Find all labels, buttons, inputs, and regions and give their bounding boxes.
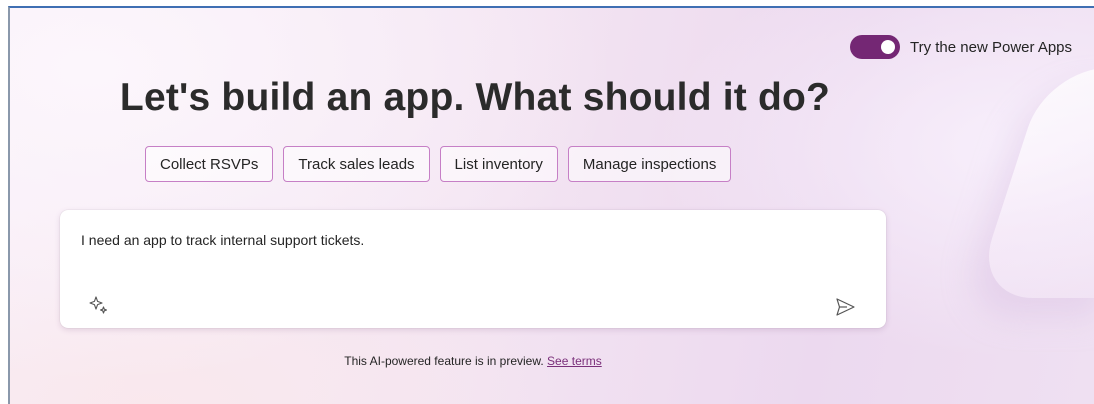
suggestion-chip-track-sales-leads[interactable]: Track sales leads: [283, 146, 430, 182]
decorative-shape: [972, 68, 1094, 298]
suggestion-chip-list-inventory[interactable]: List inventory: [439, 146, 558, 182]
suggestion-chips: Collect RSVPs Track sales leads List inv…: [145, 146, 732, 182]
disclaimer-text: This AI-powered feature is in preview.: [344, 354, 544, 368]
see-terms-link[interactable]: See terms: [547, 354, 602, 368]
new-experience-toggle-row: Try the new Power Apps: [850, 35, 1072, 59]
suggestion-chip-manage-inspections[interactable]: Manage inspections: [567, 146, 732, 182]
prompt-input-box[interactable]: I need an app to track internal support …: [60, 210, 886, 328]
send-icon[interactable]: [834, 296, 856, 318]
suggestion-chip-collect-rsvps[interactable]: Collect RSVPs: [145, 146, 274, 182]
new-experience-toggle[interactable]: [850, 35, 900, 59]
toggle-knob: [881, 40, 895, 54]
preview-disclaimer: This AI-powered feature is in preview. S…: [10, 354, 936, 368]
prompt-input-text[interactable]: I need an app to track internal support …: [81, 232, 364, 248]
copilot-app-panel: Try the new Power Apps Let's build an ap…: [8, 6, 1094, 404]
page-title: Let's build an app. What should it do?: [119, 76, 831, 119]
toggle-label: Try the new Power Apps: [910, 38, 1073, 56]
sparkle-icon[interactable]: [88, 294, 110, 316]
